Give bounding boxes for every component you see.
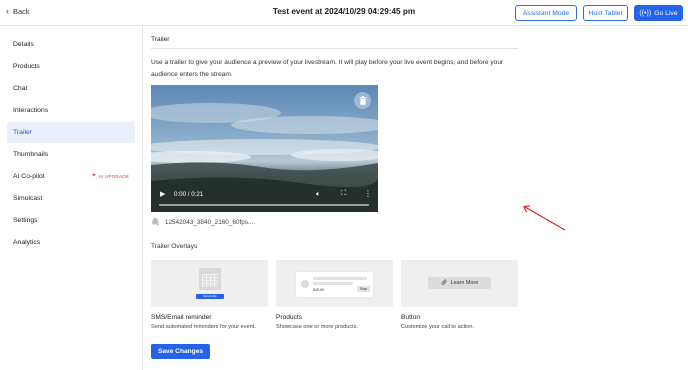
overlay-card-products[interactable]: $45.00 Shop [276, 260, 393, 307]
trailer-file: 🖇︎ 12542043_3840_2160_60fps.... [151, 218, 256, 227]
annotation-arrow [523, 205, 566, 231]
learn-more-preview: 🔗︎ Learn More [428, 277, 491, 289]
fullscreen-icon[interactable]: ⛶ [341, 190, 346, 198]
section-title: Trailer [151, 36, 170, 43]
trash-icon [359, 96, 366, 105]
trailer-description: Use a trailer to give your audience a pr… [151, 59, 504, 78]
go-live-label: Go Live [654, 9, 678, 17]
sidebar-item-interactions[interactable]: Interactions [7, 100, 135, 121]
sidebar-item-trailer[interactable]: Trailer [7, 122, 135, 143]
video-controls: ▶ 0:00 / 0:21 🔈︎ ⛶ ⋮ [151, 184, 378, 212]
delete-video-button[interactable] [354, 92, 371, 109]
overlay-card-sms-email[interactable]: Remind Me [151, 260, 268, 307]
broadcast-icon: ((•)) [639, 9, 652, 17]
sidebar-item-thumbnails[interactable]: Thumbnails [7, 144, 135, 165]
ai-upgrade-badge[interactable]: ✦ AI UPGRADE [91, 173, 129, 179]
trailer-video-player[interactable]: ▶ 0:00 / 0:21 🔈︎ ⛶ ⋮ [151, 85, 378, 212]
overlay-name: Products [276, 314, 303, 321]
go-live-button[interactable]: ((•)) Go Live [634, 5, 683, 21]
overlay-description: Customize your call to action. [401, 324, 475, 330]
sidebar-item-chat[interactable]: Chat [7, 78, 135, 99]
file-name: 12542043_3840_2160_60fps.... [164, 218, 256, 226]
paperclip-icon: 🖇︎ [151, 219, 160, 226]
remind-me-preview: Remind Me [196, 294, 224, 299]
sidebar-item-label: AI Co-pilot [13, 173, 45, 180]
overlay-description: Showcase one or more products. [276, 324, 359, 330]
video-progress-bar[interactable] [159, 204, 369, 206]
volume-icon[interactable]: 🔈︎ [316, 189, 321, 199]
overlay-name: SMS/Email reminder [151, 314, 212, 321]
section-divider [151, 48, 518, 49]
ai-upgrade-label: AI UPGRADE [98, 173, 129, 179]
link-icon: 🔗︎ [440, 280, 448, 286]
sidebar-item-simulcast[interactable]: Simulcast [7, 188, 135, 209]
main-content: Trailer Use a trailer to give your audie… [151, 26, 688, 370]
overlay-card-button[interactable]: 🔗︎ Learn More [401, 260, 518, 307]
sparkle-icon: ✦ [91, 173, 97, 179]
sidebar-item-ai-copilot[interactable]: AI Co-pilot ✦ AI UPGRADE [7, 166, 135, 187]
overlay-name: Button [401, 314, 421, 321]
calendar-icon [199, 268, 221, 290]
sidebar-item-settings[interactable]: Settings [7, 210, 135, 231]
product-price: $45.00 [313, 288, 324, 292]
save-changes-button[interactable]: Save Changes [151, 344, 210, 359]
top-header: ‹ Back Test event at 2024/10/29 04:29:45… [0, 0, 688, 26]
play-icon[interactable]: ▶ [160, 190, 165, 198]
sidebar-item-details[interactable]: Details [7, 34, 135, 55]
overlay-description: Send automated reminders for your event. [151, 324, 256, 330]
product-preview: $45.00 Shop [296, 272, 373, 297]
overlays-title: Trailer Overlays [151, 243, 198, 250]
learn-more-label: Learn More [450, 280, 479, 286]
sidebar-item-products[interactable]: Products [7, 56, 135, 77]
host-tablet-button[interactable]: Host Tablet [583, 5, 628, 21]
sidebar-item-analytics[interactable]: Analytics [7, 232, 135, 253]
sidebar: Details Products Chat Interactions Trail… [0, 26, 143, 370]
shop-preview-button: Shop [357, 286, 370, 292]
video-time: 0:00 / 0:21 [174, 191, 204, 198]
more-vertical-icon[interactable]: ⋮ [364, 189, 372, 198]
product-thumbnail [301, 280, 309, 288]
assistant-mode-button[interactable]: Assistant Mode [515, 5, 577, 21]
